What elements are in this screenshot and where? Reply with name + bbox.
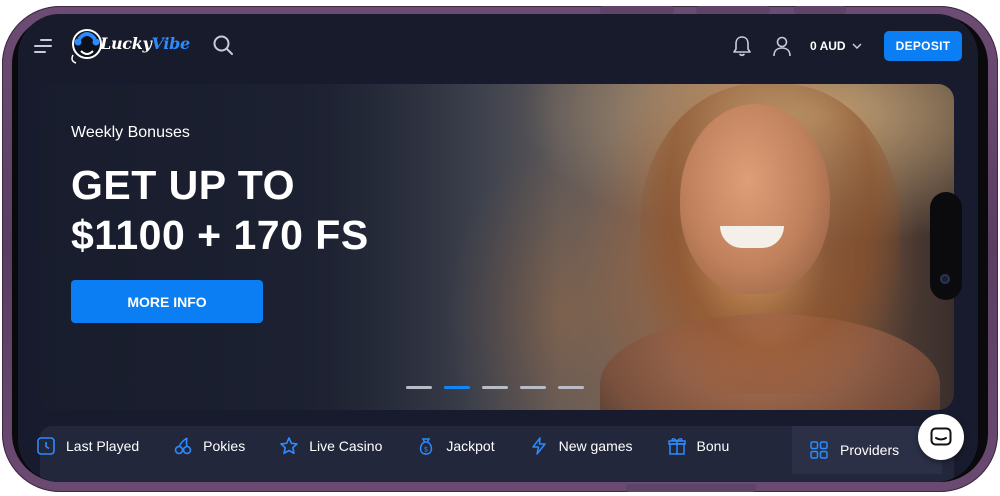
volume-button: [600, 6, 674, 14]
chevron-down-icon: [852, 43, 862, 49]
carousel-dot[interactable]: [406, 386, 432, 389]
carousel-dot[interactable]: [520, 386, 546, 389]
hero-title: GET UP TO $1100 + 170 FS: [71, 160, 369, 260]
carousel-dot-active[interactable]: [444, 386, 470, 389]
carousel-dots: [406, 386, 584, 389]
camera-lens: [940, 274, 950, 284]
balance-value: 0 AUD: [810, 39, 846, 53]
action-button: [794, 6, 846, 14]
balance-dropdown[interactable]: 0 AUD: [810, 36, 862, 56]
nav-item-live-casino[interactable]: Live Casino: [279, 436, 382, 456]
clock-icon: [37, 437, 55, 455]
nav-item-bonus[interactable]: Bonu: [667, 436, 730, 456]
volume-button: [696, 6, 770, 14]
hero-title-line: GET UP TO: [71, 162, 295, 208]
menu-icon[interactable]: [34, 39, 56, 53]
nav-item-label: Live Casino: [309, 438, 383, 454]
bell-icon[interactable]: [732, 35, 752, 57]
hero-image-face: [680, 104, 830, 294]
category-nav-items: Last Played Pokies Live Casino $ Jackpot…: [36, 436, 763, 456]
search-icon[interactable]: [212, 34, 234, 56]
nav-item-label: Bonu: [696, 438, 730, 454]
chat-icon: [930, 427, 952, 446]
chat-button[interactable]: [918, 414, 964, 460]
logo[interactable]: LuckyVibe: [70, 25, 190, 65]
carousel-dot[interactable]: [482, 386, 508, 389]
camera-island: [930, 192, 962, 300]
hero-title-line: $1100 + 170 FS: [71, 212, 369, 258]
gift-icon: [667, 438, 686, 455]
user-icon[interactable]: [772, 35, 792, 57]
lightning-icon: [531, 437, 546, 455]
money-bag-icon: $: [420, 438, 433, 455]
top-bar: LuckyVibe 0 AUD DEPOSIT: [18, 14, 978, 76]
logo-text: LuckyVibe: [100, 34, 190, 53]
grid-icon: [810, 441, 828, 459]
nav-item-label: Jackpot: [446, 438, 495, 454]
nav-item-new-games[interactable]: New games: [529, 436, 633, 456]
nav-item-last-played[interactable]: Last Played: [36, 436, 139, 456]
hero-banner[interactable]: Weekly Bonuses GET UP TO $1100 + 170 FS …: [40, 84, 954, 410]
hero-subtitle: Weekly Bonuses: [71, 124, 190, 141]
more-info-button[interactable]: MORE INFO: [71, 280, 263, 323]
cherry-icon: [174, 437, 192, 455]
carousel-dot[interactable]: [558, 386, 584, 389]
nav-item-label: Last Played: [66, 438, 140, 454]
nav-item-pokies[interactable]: Pokies: [173, 436, 245, 456]
nav-item-label: Pokies: [203, 438, 246, 454]
star-icon: [280, 437, 299, 455]
deposit-button[interactable]: DEPOSIT: [884, 31, 962, 61]
providers-label: Providers: [840, 442, 900, 458]
phone-screen: LuckyVibe 0 AUD DEPOSIT Weekly Bonuses G…: [18, 14, 978, 482]
power-button: [626, 484, 756, 492]
nav-item-label: New games: [558, 438, 633, 454]
svg-text:$: $: [424, 446, 428, 454]
nav-item-jackpot[interactable]: $ Jackpot: [416, 436, 495, 456]
